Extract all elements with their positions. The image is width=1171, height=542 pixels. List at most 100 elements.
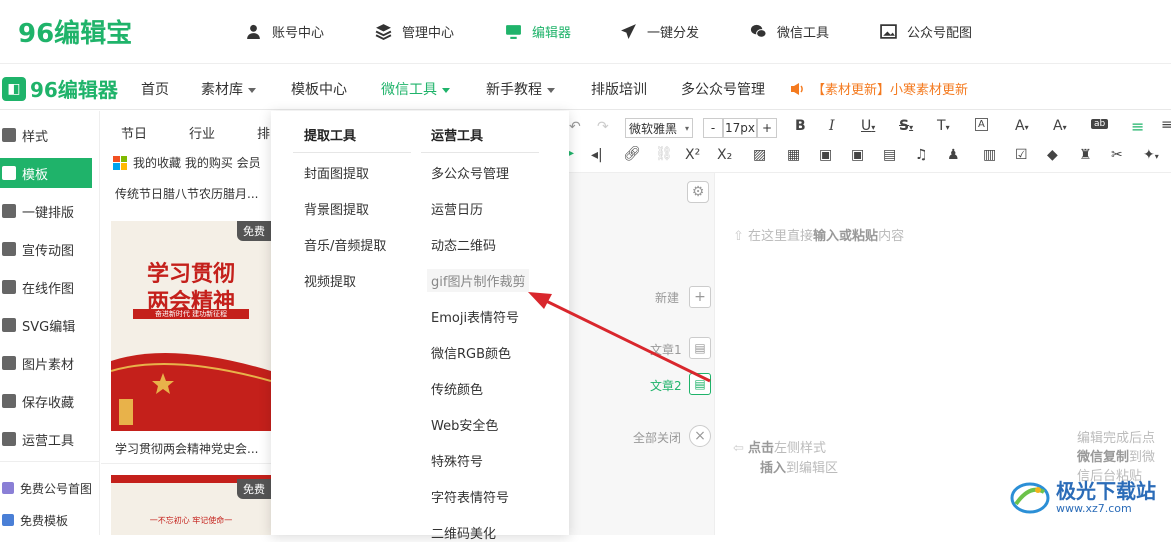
superscript-icon[interactable]: X² (685, 147, 700, 163)
pattern-icon[interactable]: ▨ (753, 147, 766, 163)
sidebar-item-templates[interactable]: 模板 (0, 158, 92, 188)
underline-icon[interactable]: U▾ (861, 118, 875, 134)
news-link[interactable]: 【素材更新】小寒素材更新 (790, 79, 968, 98)
site-logo[interactable]: 96编辑宝 (18, 13, 132, 50)
article-2-label[interactable]: 文章2 (650, 377, 682, 394)
font-size-decrease-button[interactable]: - (703, 118, 723, 138)
tab-more[interactable]: 排 (257, 123, 270, 142)
sidebar-item-favorites[interactable]: 保存收藏 (0, 386, 100, 416)
template-card-title[interactable]: 学习贯彻两会精神党史会... (115, 440, 258, 457)
menu-item-gif-maker[interactable]: gif图片制作裁剪 (427, 269, 530, 292)
sidebar-item-free-templates[interactable]: 免费模板 (0, 505, 100, 535)
align-more-icon[interactable]: ≡ (1161, 117, 1171, 133)
paste-icon[interactable]: ▥ (983, 147, 996, 163)
image-insert-icon[interactable]: ▣ (819, 147, 832, 163)
nav-article-images[interactable]: 公众号配图 (880, 20, 972, 42)
menu-item-multi-account[interactable]: 多公众号管理 (431, 163, 509, 182)
align-left-icon[interactable]: ≡ (1131, 117, 1144, 136)
menu-item-dynamic-qr[interactable]: 动态二维码 (431, 235, 496, 254)
document-icon-active[interactable]: ▤ (689, 373, 711, 395)
nav-wechat-tools[interactable]: 微信工具 (750, 20, 829, 42)
background-color-icon[interactable]: A▾ (1053, 118, 1067, 134)
text-format-icon[interactable]: T▾ (937, 118, 950, 134)
subscript-icon[interactable]: X₂ (717, 147, 732, 163)
template-card-thumbnail[interactable]: 免费 一不忘初心 牢记使命一 (111, 475, 271, 535)
eraser-icon[interactable]: ◆ (1047, 147, 1058, 163)
checkbox-icon[interactable]: ☑ (1015, 147, 1028, 163)
link-icon[interactable]: 🔗︎ (623, 146, 641, 162)
font-color-icon[interactable]: A▾ (1015, 118, 1029, 134)
redo-icon[interactable]: ↷ (597, 119, 609, 135)
font-family-select[interactable]: 微软雅黑 ▾ (625, 118, 693, 138)
menu-item-rgb-colors[interactable]: 微信RGB颜色 (431, 343, 511, 362)
editor-logo[interactable]: ◧ 96编辑器 (2, 74, 118, 103)
nav2-material-library[interactable]: 素材库 (201, 79, 256, 99)
hint-bold: 微信复制 (1077, 450, 1130, 465)
text-style-icon[interactable]: ab (1091, 119, 1109, 129)
sidebar-item-image-material[interactable]: 图片素材 (0, 348, 100, 378)
menu-item-web-safe-colors[interactable]: Web安全色 (431, 415, 498, 434)
collect-links[interactable]: 我的收藏 我的购买 会员 (133, 154, 261, 171)
sidebar-item-gif[interactable]: 宣传动图 (0, 234, 100, 264)
menu-item-background-extract[interactable]: 背景图提取 (304, 199, 369, 218)
music-icon[interactable]: ♫ (915, 147, 928, 163)
close-all-label[interactable]: 全部关闭 (633, 429, 681, 446)
tab-industry[interactable]: 行业 (189, 123, 215, 142)
brush-icon[interactable]: ♜ (1079, 147, 1092, 163)
menu-item-special-symbols[interactable]: 特殊符号 (431, 451, 483, 470)
tab-festival[interactable]: 节日 (121, 123, 147, 142)
nav-editor[interactable]: 编辑器 (505, 20, 571, 42)
menu-item-video-extract[interactable]: 视频提取 (304, 271, 356, 290)
nav-one-click-distribute[interactable]: 一键分发 (620, 20, 699, 42)
sidebar-label: 宣传动图 (22, 243, 75, 259)
article-1-label[interactable]: 文章1 (650, 341, 682, 358)
sidebar-item-operation-tools[interactable]: 运营工具 (0, 424, 100, 454)
font-size-increase-button[interactable]: + (757, 118, 777, 138)
nav2-tutorial[interactable]: 新手教程 (486, 79, 555, 99)
bold-icon[interactable]: B (795, 118, 806, 134)
nav-management-center[interactable]: 管理中心 (375, 20, 454, 42)
sidebar-item-free-cover[interactable]: 免费公号首图 (0, 473, 100, 503)
menu-item-char-emoticons[interactable]: 字符表情符号 (431, 487, 509, 506)
magic-icon[interactable]: ✂ (1111, 147, 1123, 163)
template-card-thumbnail[interactable]: 免费 学习贯彻 两会精神 奋进新时代 建功新征程 (111, 221, 271, 431)
settings-icon[interactable]: ⚙ (687, 181, 709, 203)
sidebar-item-one-click-layout[interactable]: 一键排版 (0, 196, 100, 226)
new-article-plus-icon[interactable]: + (689, 286, 711, 308)
nav2-template-center[interactable]: 模板中心 (291, 79, 347, 99)
unlink-icon[interactable]: ⛓︎ (655, 146, 673, 162)
sidebar-item-svg-edit[interactable]: SVG编辑 (0, 310, 100, 340)
gallery-icon[interactable]: ▣ (851, 147, 864, 163)
menu-item-audio-extract[interactable]: 音乐/音频提取 (304, 235, 386, 254)
sidebar-item-online-design[interactable]: 在线作图 (0, 272, 100, 302)
caret-down-icon: ▾ (684, 123, 689, 133)
sidebar-item-styles[interactable]: 样式 (0, 120, 100, 150)
speaker-icon (791, 82, 803, 95)
nav2-wechat-tools[interactable]: 微信工具 (381, 79, 450, 99)
play-icon[interactable]: ▸ (569, 148, 574, 159)
undo-icon[interactable]: ↶ (569, 119, 581, 135)
table-icon[interactable]: ▦ (787, 147, 800, 163)
close-circle-icon[interactable]: × (689, 425, 711, 447)
document-icon[interactable]: ▤ (689, 337, 711, 359)
menu-item-cover-extract[interactable]: 封面图提取 (304, 163, 369, 182)
menu-item-qr-beautify[interactable]: 二维码美化 (431, 523, 496, 542)
font-size-input[interactable]: 17px (723, 118, 757, 138)
wand-icon[interactable]: ✦▾ (1143, 147, 1159, 163)
menu-item-emoji[interactable]: Emoji表情符号 (431, 307, 519, 326)
aurora-logo-icon (1010, 482, 1050, 514)
italic-icon[interactable]: I (829, 118, 835, 134)
indent-icon[interactable]: ◂| (591, 147, 603, 163)
menu-item-traditional-colors[interactable]: 传统颜色 (431, 379, 483, 398)
new-article-label[interactable]: 新建 (655, 289, 679, 306)
nav2-training[interactable]: 排版培训 (591, 79, 647, 99)
strikethrough-icon[interactable]: S▾ (899, 118, 913, 134)
nav2-home[interactable]: 首页 (141, 79, 169, 99)
video-icon[interactable]: ▤ (883, 147, 896, 163)
stamp-icon[interactable]: ♟ (947, 147, 960, 163)
template-card-title[interactable]: 传统节日腊八节农历腊月... (115, 185, 258, 202)
text-border-icon[interactable]: A (975, 118, 988, 131)
nav2-multi-account[interactable]: 多公众号管理 (681, 79, 765, 99)
nav-account-center[interactable]: 账号中心 (245, 20, 324, 42)
menu-item-calendar[interactable]: 运营日历 (431, 199, 483, 218)
